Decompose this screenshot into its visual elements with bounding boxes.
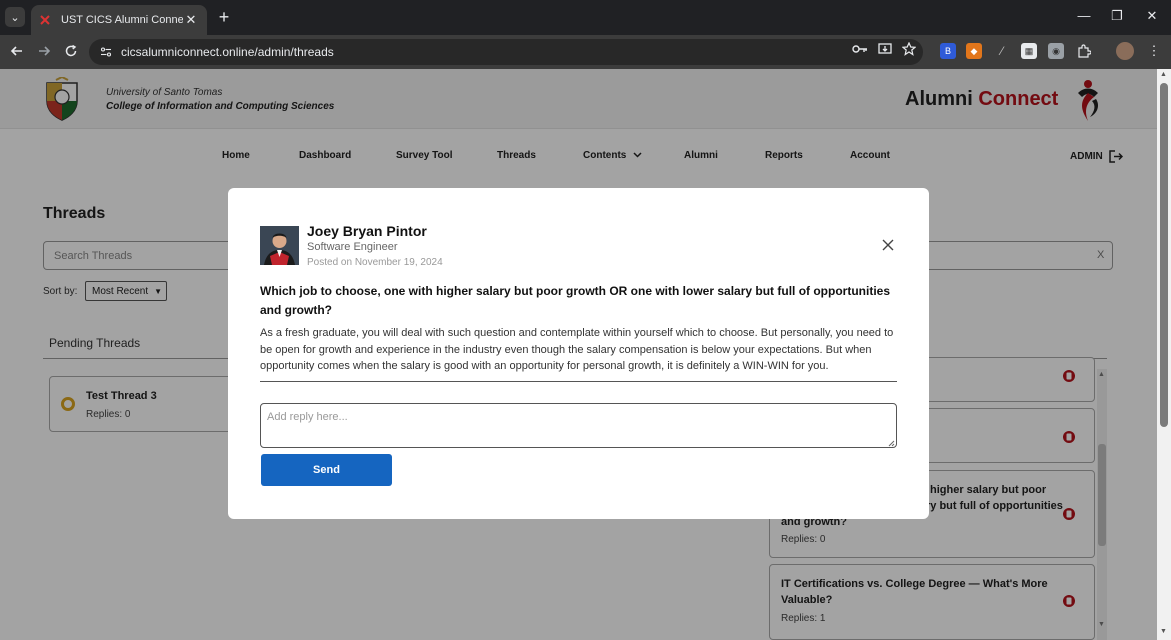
close-icon[interactable] [880,237,896,253]
back-arrow-icon[interactable] [7,41,27,61]
window-scrollbar[interactable]: ▲ ▼ [1157,69,1171,640]
author-role: Software Engineer [307,241,398,253]
wand-icon[interactable]: ⁄ [994,43,1010,59]
forward-arrow-icon[interactable] [34,41,54,61]
thread-body: As a fresh graduate, you will deal with … [260,327,894,372]
extensions-puzzle-icon[interactable] [1076,43,1092,59]
extension-shield-icon[interactable]: B [940,43,956,59]
qr-code-icon[interactable]: ▦ [1021,43,1037,59]
reply-textarea[interactable]: Add reply here... [260,403,897,448]
tab-title: UST CICS Alumni Connect [61,14,183,26]
address-bar[interactable]: cicsalumniconnect.online/admin/threads [89,39,923,65]
scroll-up-arrow-icon[interactable]: ▲ [1160,71,1167,78]
more-menu-icon[interactable]: ⋮ [1146,43,1162,59]
browser-tab-active[interactable]: UST CICS Alumni Connect ✕ [31,5,207,35]
bookmark-star-icon[interactable] [900,40,918,58]
close-window-button[interactable]: ✕ [1142,8,1162,24]
restore-button[interactable]: ❐ [1107,8,1127,24]
send-button[interactable]: Send [261,454,392,486]
resize-grip-icon[interactable] [888,440,895,447]
posted-date: Posted on November 19, 2024 [307,257,443,268]
camera-icon[interactable]: ◉ [1048,43,1064,59]
window-scrollbar-thumb[interactable] [1160,83,1168,427]
author-name: Joey Bryan Pintor [307,223,427,239]
new-tab-button[interactable]: + [214,6,234,28]
browser-chrome: ⌄ UST CICS Alumni Connect ✕ + — ❐ ✕ cics… [0,0,1171,69]
site-info-icon[interactable] [99,45,113,59]
tab-search-icon[interactable]: ⌄ [5,7,25,27]
install-app-icon[interactable] [876,40,894,58]
password-key-icon[interactable] [851,40,869,58]
reload-icon[interactable] [61,41,81,61]
tab-close-icon[interactable]: ✕ [183,12,199,28]
web-page: University of Santo Tomas College of Inf… [0,69,1157,640]
url-text: cicsalumniconnect.online/admin/threads [121,45,334,59]
minimize-button[interactable]: — [1074,8,1094,23]
browser-toolbar: cicsalumniconnect.online/admin/threads B… [0,35,1171,69]
thread-detail-modal: Joey Bryan Pintor Software Engineer Post… [228,188,929,519]
author-avatar [260,226,299,265]
scroll-down-arrow-icon[interactable]: ▼ [1160,628,1167,635]
favicon-icon [39,14,51,26]
modal-divider [260,381,897,382]
thread-question: Which job to choose, one with higher sal… [260,284,891,317]
metamask-fox-icon[interactable]: ◆ [966,43,982,59]
tab-strip: ⌄ UST CICS Alumni Connect ✕ + — ❐ ✕ [0,0,1171,35]
profile-avatar-icon[interactable] [1116,42,1134,60]
